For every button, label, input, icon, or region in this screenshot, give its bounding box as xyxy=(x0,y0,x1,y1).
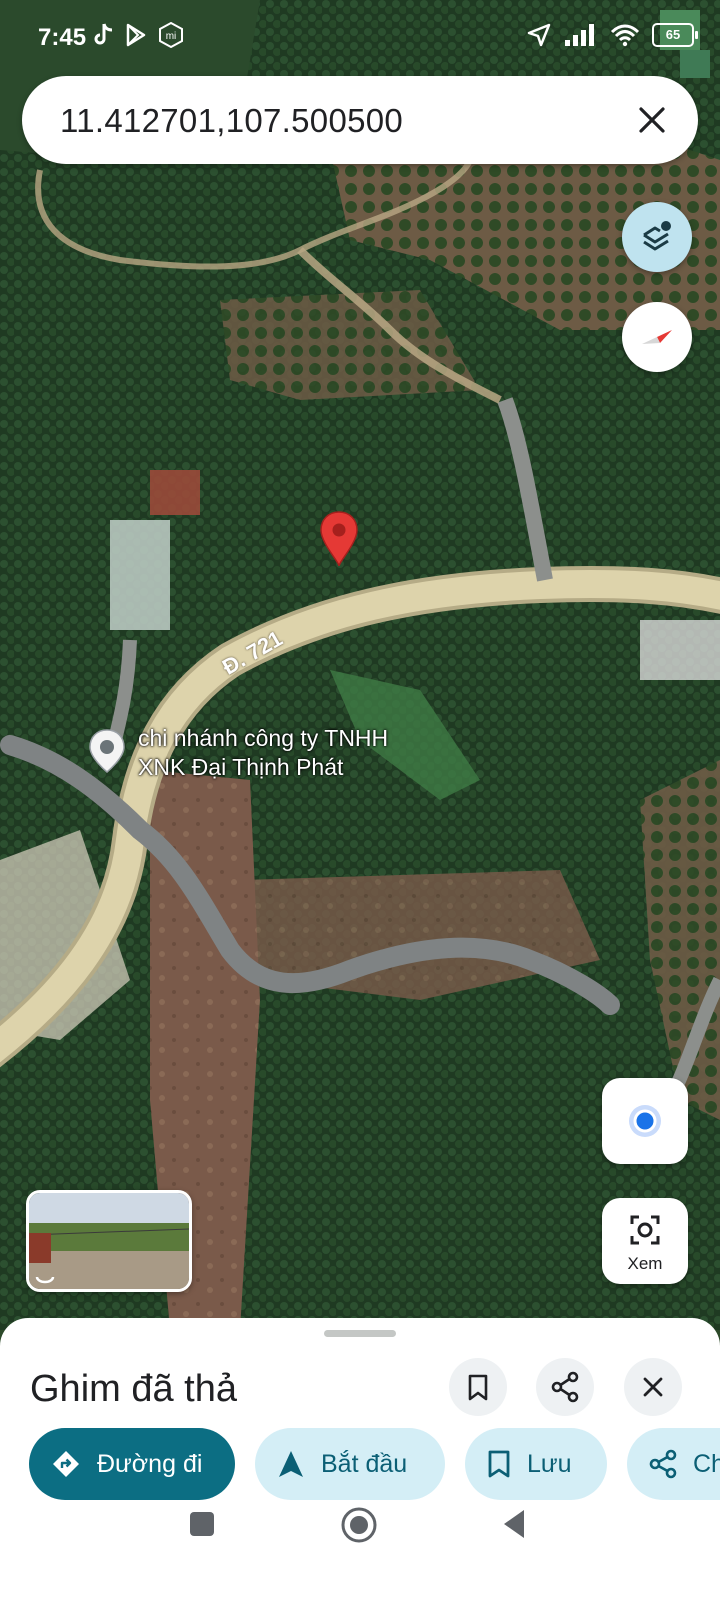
place-name-line1: chi nhánh công ty TNHH xyxy=(138,725,389,751)
my-location-button[interactable] xyxy=(602,1078,688,1164)
place-name-line2: XNK Đại Thịnh Phát xyxy=(138,754,344,780)
save-label: Lưu xyxy=(527,1449,572,1478)
system-icons: 65 xyxy=(526,22,698,48)
drag-handle[interactable] xyxy=(324,1330,396,1337)
share-icon-button[interactable] xyxy=(536,1358,594,1416)
status-time: 7:45 xyxy=(38,24,87,51)
close-icon xyxy=(643,1377,663,1397)
bookmark-icon xyxy=(488,1450,510,1478)
share-button[interactable]: Chia sẻ xyxy=(627,1428,720,1500)
camera-search-icon xyxy=(630,1215,660,1245)
close-icon[interactable] xyxy=(630,98,674,142)
explore-button[interactable]: Xem xyxy=(602,1198,688,1284)
back-icon[interactable] xyxy=(500,1508,528,1540)
compass-button[interactable] xyxy=(622,302,692,372)
search-bar[interactable]: 11.412701,107.500500 xyxy=(22,76,698,164)
sheet-title: Ghim đã thả xyxy=(30,1368,237,1410)
layers-button[interactable] xyxy=(622,202,692,272)
street-view-preview xyxy=(29,1193,189,1289)
explore-label: Xem xyxy=(627,1254,663,1273)
start-button[interactable]: Bắt đầu xyxy=(255,1428,445,1500)
status-bar: 7:45 mi 65 xyxy=(0,0,720,72)
search-query[interactable]: 11.412701,107.500500 xyxy=(60,102,403,140)
navigation-bar xyxy=(0,1500,720,1600)
directions-button[interactable]: Đường đi xyxy=(29,1428,235,1500)
navigation-icon xyxy=(279,1451,303,1477)
battery-indicator: 65 xyxy=(652,23,698,47)
share-label: Chia sẻ xyxy=(693,1449,720,1478)
location-arrow-icon xyxy=(527,23,551,47)
start-label: Bắt đầu xyxy=(321,1449,408,1478)
wifi-icon xyxy=(610,24,640,47)
dropped-pin-marker[interactable] xyxy=(318,510,360,568)
notification-icons: mi xyxy=(92,22,184,48)
save-button[interactable]: Lưu xyxy=(465,1428,607,1500)
mi-icon: mi xyxy=(159,22,183,48)
compass-icon xyxy=(642,330,672,344)
svg-text:mi: mi xyxy=(166,31,177,42)
save-icon-button[interactable] xyxy=(449,1358,507,1416)
signal-icon xyxy=(565,24,594,46)
close-sheet-button[interactable] xyxy=(624,1358,682,1416)
bookmark-icon xyxy=(468,1374,488,1401)
play-store-icon xyxy=(126,23,146,47)
directions-icon xyxy=(53,1451,79,1477)
directions-label: Đường đi xyxy=(97,1449,203,1478)
place-marker-icon[interactable] xyxy=(86,728,128,774)
home-icon[interactable] xyxy=(340,1506,378,1544)
street-view-thumbnail[interactable] xyxy=(26,1190,192,1292)
tiktok-icon xyxy=(94,23,113,45)
place-label[interactable]: chi nhánh công ty TNHH XNK Đại Thịnh Phá… xyxy=(138,724,388,782)
action-chips: Đường đi Bắt đầu Lưu Chia sẻ xyxy=(29,1428,720,1504)
my-location-icon xyxy=(629,1105,661,1137)
share-icon xyxy=(551,1371,579,1403)
recents-icon[interactable] xyxy=(188,1510,216,1538)
share-icon xyxy=(649,1449,677,1479)
layers-icon xyxy=(643,221,671,251)
